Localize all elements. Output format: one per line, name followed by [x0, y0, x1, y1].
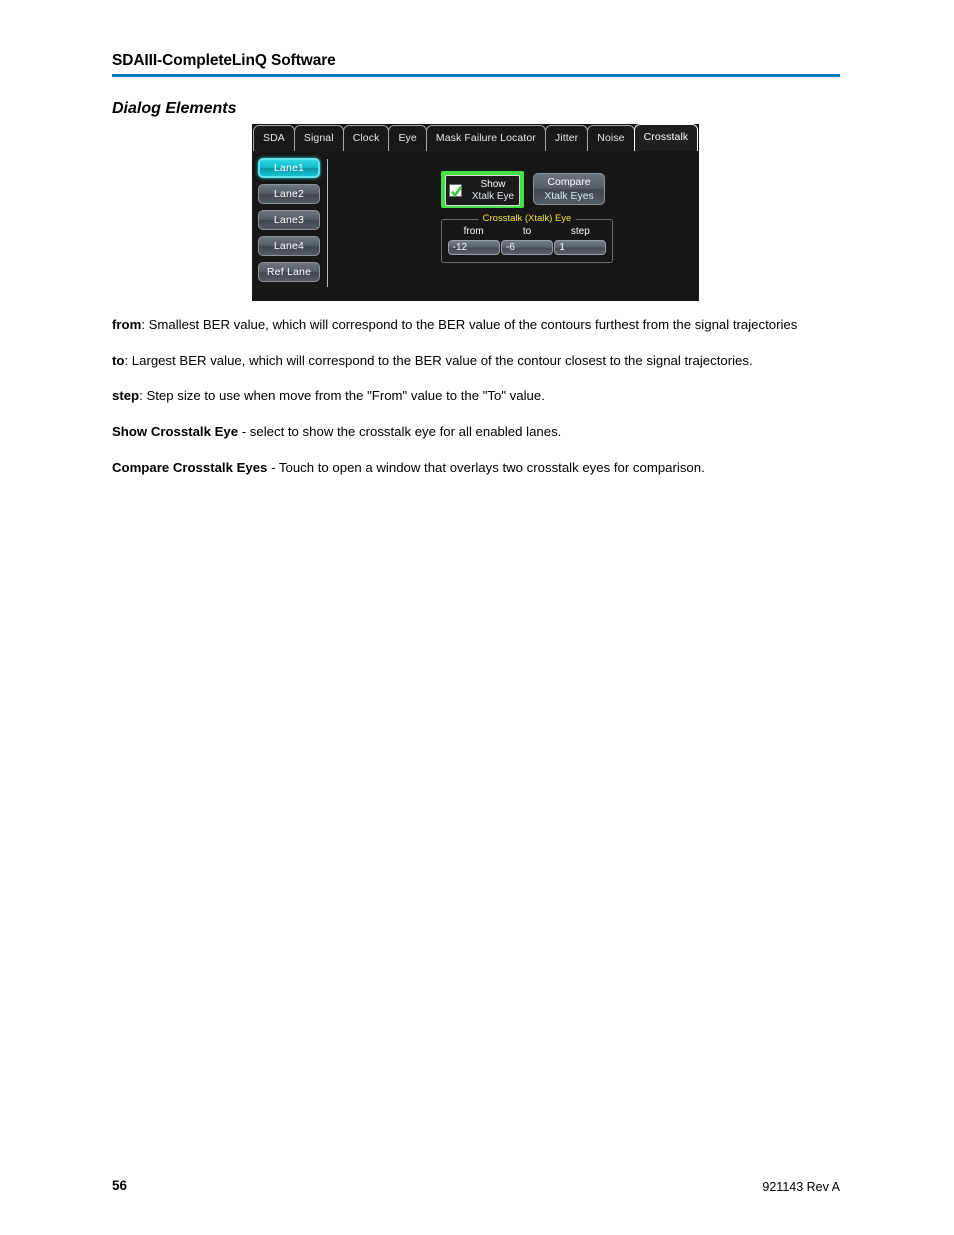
field-label-step: step	[570, 226, 590, 237]
field-to: to -6	[500, 226, 553, 255]
compare-button-line1: Compare	[547, 176, 591, 188]
checkmark-icon[interactable]	[449, 184, 463, 198]
field-input-to[interactable]: -6	[500, 240, 553, 255]
crosstalk-xtalk-eye-group: Crosstalk (Xtalk) Eye from -12 to -6 step 1	[441, 213, 613, 263]
show-xtalk-eye-label-line1: Show	[480, 178, 506, 190]
tab-noise[interactable]: Noise	[587, 125, 635, 151]
tab-signal[interactable]: Signal	[293, 125, 344, 151]
show-xtalk-eye-label: Show Xtalk Eye	[467, 179, 519, 203]
description-term: Compare Crosstalk Eyes	[112, 459, 268, 475]
controls-top-row: Show Xtalk Eye Compare Xtalk Eyes	[441, 171, 617, 208]
description-text: - select to show the crosstalk eye for a…	[238, 424, 562, 440]
tab-mask-failure-locator[interactable]: Mask Failure Locator	[425, 125, 546, 151]
show-xtalk-eye-checkbox[interactable]: Show Xtalk Eye	[441, 171, 524, 208]
dialog-element-descriptions: from: Smallest BER value, which will cor…	[112, 316, 842, 495]
description-text: : Step size to use when move from the "F…	[139, 388, 545, 404]
description-text: - Touch to open a window that overlays t…	[267, 459, 705, 475]
description-term: Show Crosstalk Eye	[112, 424, 239, 440]
crosstalk-controls: Show Xtalk Eye Compare Xtalk Eyes Crosst…	[441, 171, 617, 263]
tab-eye[interactable]: Eye	[388, 125, 427, 151]
lane-button-lane1[interactable]: Lane1	[258, 158, 320, 178]
field-label-from: from	[463, 226, 484, 237]
header-rule	[112, 73, 840, 77]
section-heading: Dialog Elements	[112, 100, 237, 117]
description-term: from	[112, 317, 142, 332]
lane-button-ref-lane[interactable]: Ref Lane	[258, 262, 320, 282]
description-paragraph: Compare Crosstalk Eyes - Touch to open a…	[112, 459, 842, 478]
description-term: to	[112, 352, 125, 368]
description-paragraph: from: Smallest BER value, which will cor…	[112, 316, 842, 335]
description-paragraph: to: Largest BER value, which will corres…	[112, 352, 842, 371]
description-paragraph: Show Crosstalk Eye - select to show the …	[112, 423, 842, 442]
lane-button-lane2[interactable]: Lane2	[258, 184, 320, 204]
description-term: step	[112, 388, 140, 404]
field-input-from[interactable]: -12	[447, 240, 500, 255]
document-page: SDAIII-CompleteLinQ Software Dialog Elem…	[0, 0, 954, 1235]
ber-range-fields: from -12 to -6 step 1	[442, 220, 612, 255]
crosstalk-dialog-screenshot: SDA Signal Clock Eye Mask Failure Locator Jit…	[251, 124, 700, 302]
footer-page-number: 56	[112, 1178, 128, 1193]
lane-selector-rail: Lane1 Lane2 Lane3 Lane4 Ref Lane	[258, 158, 326, 288]
tab-sda[interactable]: SDA	[253, 125, 295, 151]
field-label-to: to	[522, 226, 532, 237]
field-from: from -12	[447, 226, 500, 255]
tab-strip: SDA Signal Clock Eye Mask Failure Locator Jit…	[252, 124, 699, 151]
lane-rail-divider	[327, 159, 328, 287]
field-input-step[interactable]: 1	[554, 240, 607, 255]
document-header-title: SDAIII-CompleteLinQ Software	[112, 52, 336, 69]
document-header: SDAIII-CompleteLinQ Software	[112, 52, 840, 77]
description-text: : Smallest BER value, which will corresp…	[141, 317, 798, 332]
description-text: : Largest BER value, which will correspo…	[124, 352, 753, 368]
show-xtalk-eye-label-line2: Xtalk Eye	[471, 190, 515, 202]
field-step: step 1	[554, 226, 607, 255]
footer-document-number: 921143 Rev A	[762, 1180, 840, 1194]
lane-button-lane3[interactable]: Lane3	[258, 210, 320, 230]
tab-crosstalk[interactable]: Crosstalk	[633, 124, 699, 151]
group-title: Crosstalk (Xtalk) Eye	[478, 213, 576, 224]
tab-jitter[interactable]: Jitter	[544, 125, 589, 151]
compare-button-line2: Xtalk Eyes	[544, 190, 594, 202]
tab-clock[interactable]: Clock	[342, 125, 390, 151]
compare-xtalk-eyes-button[interactable]: Compare Xtalk Eyes	[533, 173, 605, 205]
lane-button-lane4[interactable]: Lane4	[258, 236, 320, 256]
show-xtalk-eye-inner: Show Xtalk Eye	[445, 175, 520, 206]
crosstalk-panel: Lane1 Lane2 Lane3 Lane4 Ref Lane Show Xt…	[252, 151, 699, 301]
description-paragraph: step: Step size to use when move from th…	[112, 387, 842, 406]
